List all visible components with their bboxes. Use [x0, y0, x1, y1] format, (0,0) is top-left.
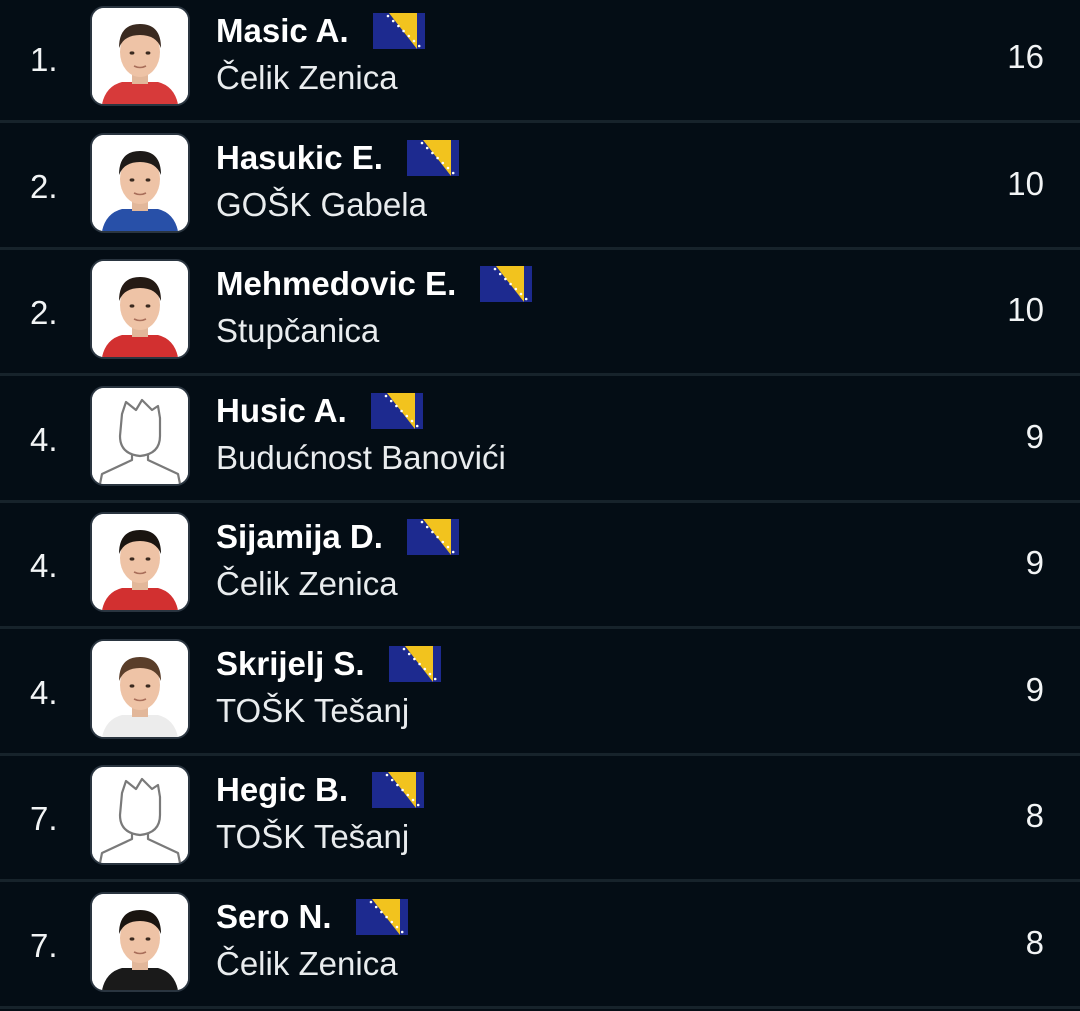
bosnia-herzegovina-flag-icon [406, 140, 459, 176]
row-divider [0, 1006, 1080, 1009]
team-name[interactable]: Čelik Zenica [216, 59, 398, 97]
player-name[interactable]: Husic A. [216, 392, 347, 430]
player-name-line: Hasukic E. [216, 136, 459, 180]
goals-count: 10 [1007, 165, 1044, 202]
team-name[interactable]: Stupčanica [216, 312, 379, 350]
bosnia-herzegovina-flag-icon [406, 519, 459, 555]
team-name[interactable]: Budućnost Banovići [216, 439, 506, 477]
row-divider [0, 626, 1080, 629]
rank: 4. [30, 547, 58, 584]
rank: 2. [30, 168, 58, 205]
row-divider [0, 373, 1080, 376]
rank: 1. [30, 41, 58, 78]
rank: 7. [30, 800, 58, 837]
player-name-line: Sero N. [216, 895, 408, 939]
team-name[interactable]: TOŠK Tešanj [216, 692, 409, 730]
player-row[interactable]: 4. Skrijelj S. TOŠK Tešanj 9 [0, 630, 1080, 756]
player-name[interactable]: Skrijelj S. [216, 645, 365, 683]
goals-count: 9 [1025, 418, 1044, 455]
team-name[interactable]: Čelik Zenica [216, 565, 398, 603]
player-name[interactable]: Masic A. [216, 12, 349, 50]
bosnia-herzegovina-flag-icon [370, 393, 423, 429]
bosnia-herzegovina-flag-icon [480, 266, 533, 302]
bosnia-herzegovina-flag-icon [372, 13, 425, 49]
player-name[interactable]: Hegic B. [216, 771, 348, 809]
player-photo [90, 639, 190, 739]
goals-count: 8 [1025, 924, 1044, 961]
player-photo [90, 6, 190, 106]
rank: 2. [30, 294, 58, 331]
team-name[interactable]: TOŠK Tešanj [216, 818, 409, 856]
goals-count: 16 [1007, 38, 1044, 75]
player-row[interactable]: 1. Masic A. Čelik Zenica 16 [0, 0, 1080, 123]
player-photo [90, 512, 190, 612]
goals-count: 9 [1025, 544, 1044, 581]
goals-count: 9 [1025, 671, 1044, 708]
player-name-line: Sijamija D. [216, 515, 459, 559]
player-name-line: Skrijelj S. [216, 642, 441, 686]
player-placeholder-icon [90, 386, 190, 486]
rank: 7. [30, 927, 58, 964]
team-name[interactable]: Čelik Zenica [216, 945, 398, 983]
rank: 4. [30, 674, 58, 711]
top-scorers-list: 1. Masic A. Čelik Zenica 16 2. Hasukic E. … [0, 0, 1080, 1011]
player-row[interactable]: 4. Husic A. Budućnost Banovići 9 [0, 377, 1080, 503]
player-row[interactable]: 2. Hasukic E. GOŠK Gabela 10 [0, 124, 1080, 250]
row-divider [0, 879, 1080, 882]
bosnia-herzegovina-flag-icon [355, 899, 408, 935]
player-name[interactable]: Hasukic E. [216, 139, 383, 177]
goals-count: 10 [1007, 291, 1044, 328]
player-name[interactable]: Sero N. [216, 898, 332, 936]
row-divider [0, 120, 1080, 123]
bosnia-herzegovina-flag-icon [372, 772, 425, 808]
player-row[interactable]: 4. Sijamija D. Čelik Zenica 9 [0, 503, 1080, 629]
player-placeholder-icon [90, 765, 190, 865]
player-photo [90, 133, 190, 233]
bosnia-herzegovina-flag-icon [388, 646, 441, 682]
player-name[interactable]: Sijamija D. [216, 518, 383, 556]
player-name-line: Hegic B. [216, 768, 425, 812]
player-row[interactable]: 2. Mehmedovic E. Stupčanica 10 [0, 250, 1080, 376]
player-name-line: Mehmedovic E. [216, 262, 533, 306]
goals-count: 8 [1025, 797, 1044, 834]
player-name[interactable]: Mehmedovic E. [216, 265, 456, 303]
player-row[interactable]: 7. Sero N. Čelik Zenica 8 [0, 883, 1080, 1009]
player-photo [90, 892, 190, 992]
team-name[interactable]: GOŠK Gabela [216, 186, 427, 224]
player-name-line: Husic A. [216, 389, 423, 433]
player-row[interactable]: 7. Hegic B. TOŠK Tešanj 8 [0, 756, 1080, 882]
player-name-line: Masic A. [216, 9, 425, 53]
player-photo [90, 259, 190, 359]
rank: 4. [30, 421, 58, 458]
